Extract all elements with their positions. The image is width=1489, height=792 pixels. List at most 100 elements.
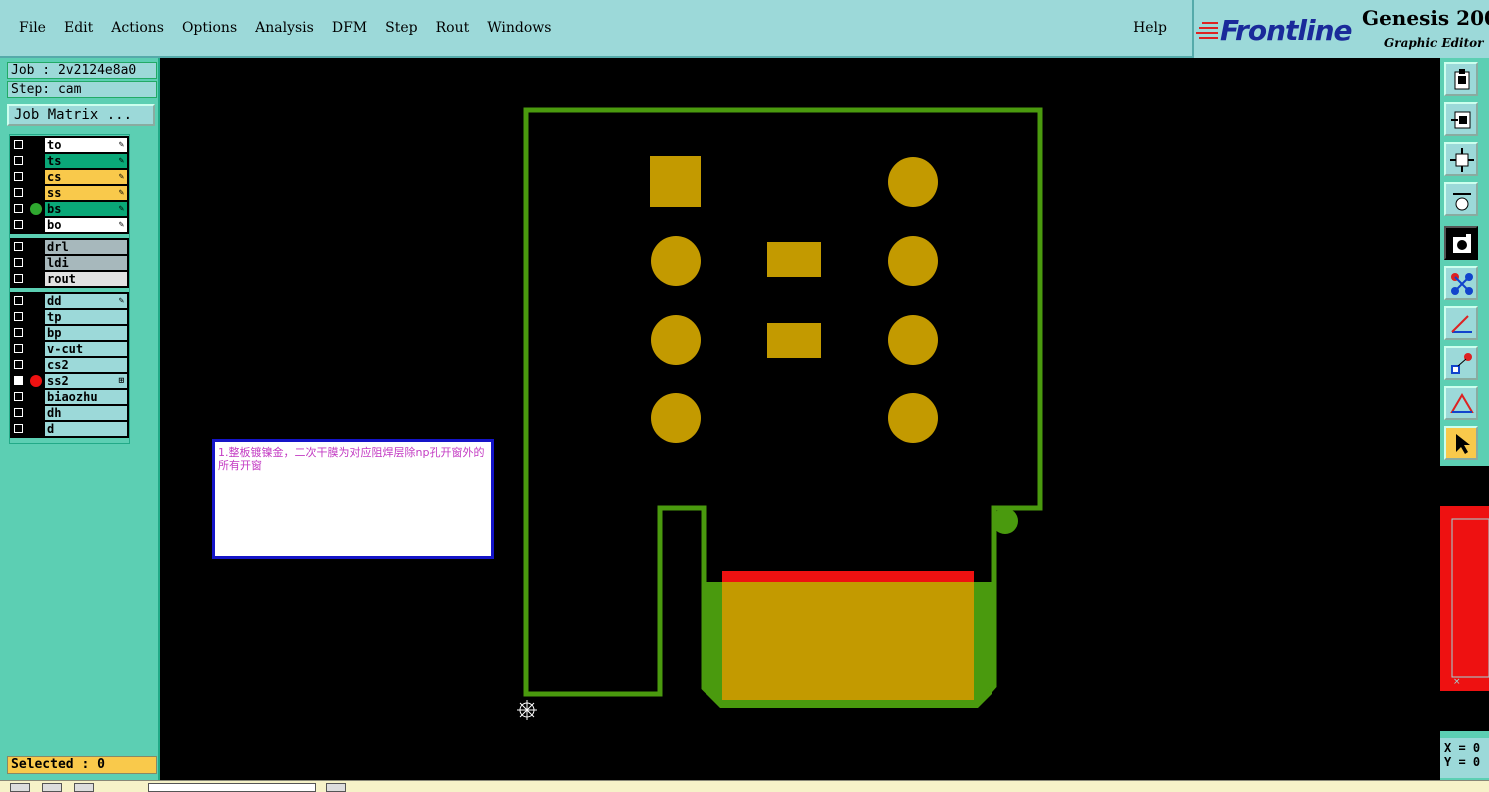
layer-row-ts[interactable]: ts ✎	[10, 154, 129, 169]
solder-mask-strip[interactable]	[722, 571, 974, 582]
layer-row-v-cut[interactable]: v-cut	[10, 342, 129, 357]
round-pad[interactable]	[651, 315, 701, 365]
layer-row-bp[interactable]: bp	[10, 326, 129, 341]
tool-zoom-home-button[interactable]	[1444, 102, 1478, 136]
menu-edit[interactable]: Edit	[55, 20, 102, 36]
square-pad[interactable]	[650, 156, 701, 207]
layer-name[interactable]: bp	[45, 326, 127, 340]
layer-name[interactable]: cs ✎	[45, 170, 127, 184]
layer-checkbox[interactable]	[14, 242, 23, 251]
layer-checkbox[interactable]	[14, 274, 23, 283]
layer-name[interactable]: dh	[45, 406, 127, 420]
rect-pad[interactable]	[767, 323, 821, 358]
menu-actions[interactable]: Actions	[102, 20, 173, 36]
layer-edit-flag-icon: ⊞	[118, 376, 124, 386]
layer-name[interactable]: biaozhu	[45, 390, 127, 404]
menu-options[interactable]: Options	[173, 20, 246, 36]
layer-checkbox[interactable]	[14, 312, 23, 321]
layer-checkbox[interactable]	[14, 172, 23, 181]
layer-checkbox[interactable]	[14, 156, 23, 165]
round-pad[interactable]	[888, 393, 938, 443]
layer-row-ss2[interactable]: ss2 ⊞	[10, 374, 129, 389]
round-pad[interactable]	[888, 157, 938, 207]
layer-checkbox[interactable]	[14, 376, 23, 385]
menu-step[interactable]: Step	[376, 20, 426, 36]
layer-edit-flag-icon: ✎	[118, 204, 124, 214]
layer-checkbox[interactable]	[14, 392, 23, 401]
layer-checkbox[interactable]	[14, 328, 23, 337]
layer-row-biaozhu[interactable]: biaozhu	[10, 390, 129, 405]
layer-name[interactable]: cs2	[45, 358, 127, 372]
round-pad[interactable]	[888, 236, 938, 286]
gold-finger-pad[interactable]	[722, 582, 974, 700]
annotation-note[interactable]: 1.整板镀镍金，二次干膜为对应阻焊层除np孔开窗外的所有开窗	[212, 439, 494, 559]
brand-subtitle: Graphic Editor	[1384, 36, 1484, 50]
layer-name[interactable]: drl	[45, 240, 127, 254]
tool-measure-button[interactable]	[1444, 306, 1478, 340]
job-matrix-button[interactable]: Job Matrix ...	[7, 104, 155, 126]
round-pad[interactable]	[888, 315, 938, 365]
tool-select-button[interactable]	[1444, 426, 1478, 460]
layer-row-ss[interactable]: ss ✎	[10, 186, 129, 201]
layer-row-d[interactable]: d	[10, 422, 129, 437]
menu-file[interactable]: File	[10, 20, 55, 36]
net-nodes-icon	[1451, 273, 1473, 295]
tooling-hole[interactable]	[992, 508, 1018, 534]
layer-row-bs[interactable]: bs ✎	[10, 202, 129, 217]
layer-row-to[interactable]: to ✎	[10, 138, 129, 153]
layer-row-dd[interactable]: dd ✎	[10, 294, 129, 309]
tool-settings-button[interactable]	[1444, 182, 1478, 216]
layer-name[interactable]: ss ✎	[45, 186, 127, 200]
layer-checkbox[interactable]	[14, 204, 23, 213]
layer-name[interactable]: ss2 ⊞	[45, 374, 127, 388]
fit-screen-icon	[1450, 148, 1474, 172]
layer-row-tp[interactable]: tp	[10, 310, 129, 325]
layer-name[interactable]: bo ✎	[45, 218, 127, 232]
tool-home-button[interactable]	[1444, 62, 1478, 96]
layer-name[interactable]: ldi	[45, 256, 127, 270]
layer-name[interactable]: ts ✎	[45, 154, 127, 168]
frontline-logo-icon	[1196, 22, 1218, 39]
layer-checkbox[interactable]	[14, 140, 23, 149]
layer-row-ldi[interactable]: ldi	[10, 256, 129, 271]
tool-snap-button[interactable]	[1444, 346, 1478, 380]
menu-help[interactable]: Help	[1124, 20, 1176, 36]
round-pad[interactable]	[651, 393, 701, 443]
tool-dfm-button[interactable]	[1444, 386, 1478, 420]
layer-checkbox[interactable]	[14, 360, 23, 369]
menu-analysis[interactable]: Analysis	[246, 20, 323, 36]
menu-windows[interactable]: Windows	[478, 20, 560, 36]
layer-checkbox[interactable]	[14, 296, 23, 305]
layer-row-bo[interactable]: bo ✎	[10, 218, 129, 233]
layer-name[interactable]: tp	[45, 310, 127, 324]
layer-checkbox[interactable]	[14, 258, 23, 267]
layer-checkbox[interactable]	[14, 188, 23, 197]
menu-dfm[interactable]: DFM	[323, 20, 376, 36]
layer-row-rout[interactable]: rout	[10, 272, 129, 287]
tool-fit-button[interactable]	[1444, 142, 1478, 176]
layer-row-cs[interactable]: cs ✎	[10, 170, 129, 185]
layer-name[interactable]: to ✎	[45, 138, 127, 152]
layer-name[interactable]: dd ✎	[45, 294, 127, 308]
layer-name[interactable]: d	[45, 422, 127, 436]
layer-name[interactable]: v-cut	[45, 342, 127, 356]
coordinates-readout: X = 0 Y = 0	[1440, 738, 1489, 778]
tool-snapshot-button[interactable]	[1444, 226, 1478, 260]
layer-row-cs2[interactable]: cs2	[10, 358, 129, 373]
layer-edit-flag-icon: ✎	[118, 156, 124, 166]
overview-minimap[interactable]: ×	[1440, 466, 1489, 731]
layer-list: to ✎ ts ✎ cs ✎ ss ✎ bs ✎ bo ✎ drl ldi rout dd ✎ tp bp v-cut…	[9, 134, 130, 444]
layer-row-drl[interactable]: drl	[10, 240, 129, 255]
layer-checkbox[interactable]	[14, 344, 23, 353]
round-pad[interactable]	[651, 236, 701, 286]
layer-checkbox[interactable]	[14, 220, 23, 229]
layer-checkbox[interactable]	[14, 424, 23, 433]
layer-name[interactable]: rout	[45, 272, 127, 286]
graphic-canvas[interactable]	[160, 58, 1440, 780]
layer-checkbox[interactable]	[14, 408, 23, 417]
layer-row-dh[interactable]: dh	[10, 406, 129, 421]
menu-rout[interactable]: Rout	[427, 20, 479, 36]
rect-pad[interactable]	[767, 242, 821, 277]
tool-net-button[interactable]	[1444, 266, 1478, 300]
layer-name[interactable]: bs ✎	[45, 202, 127, 216]
